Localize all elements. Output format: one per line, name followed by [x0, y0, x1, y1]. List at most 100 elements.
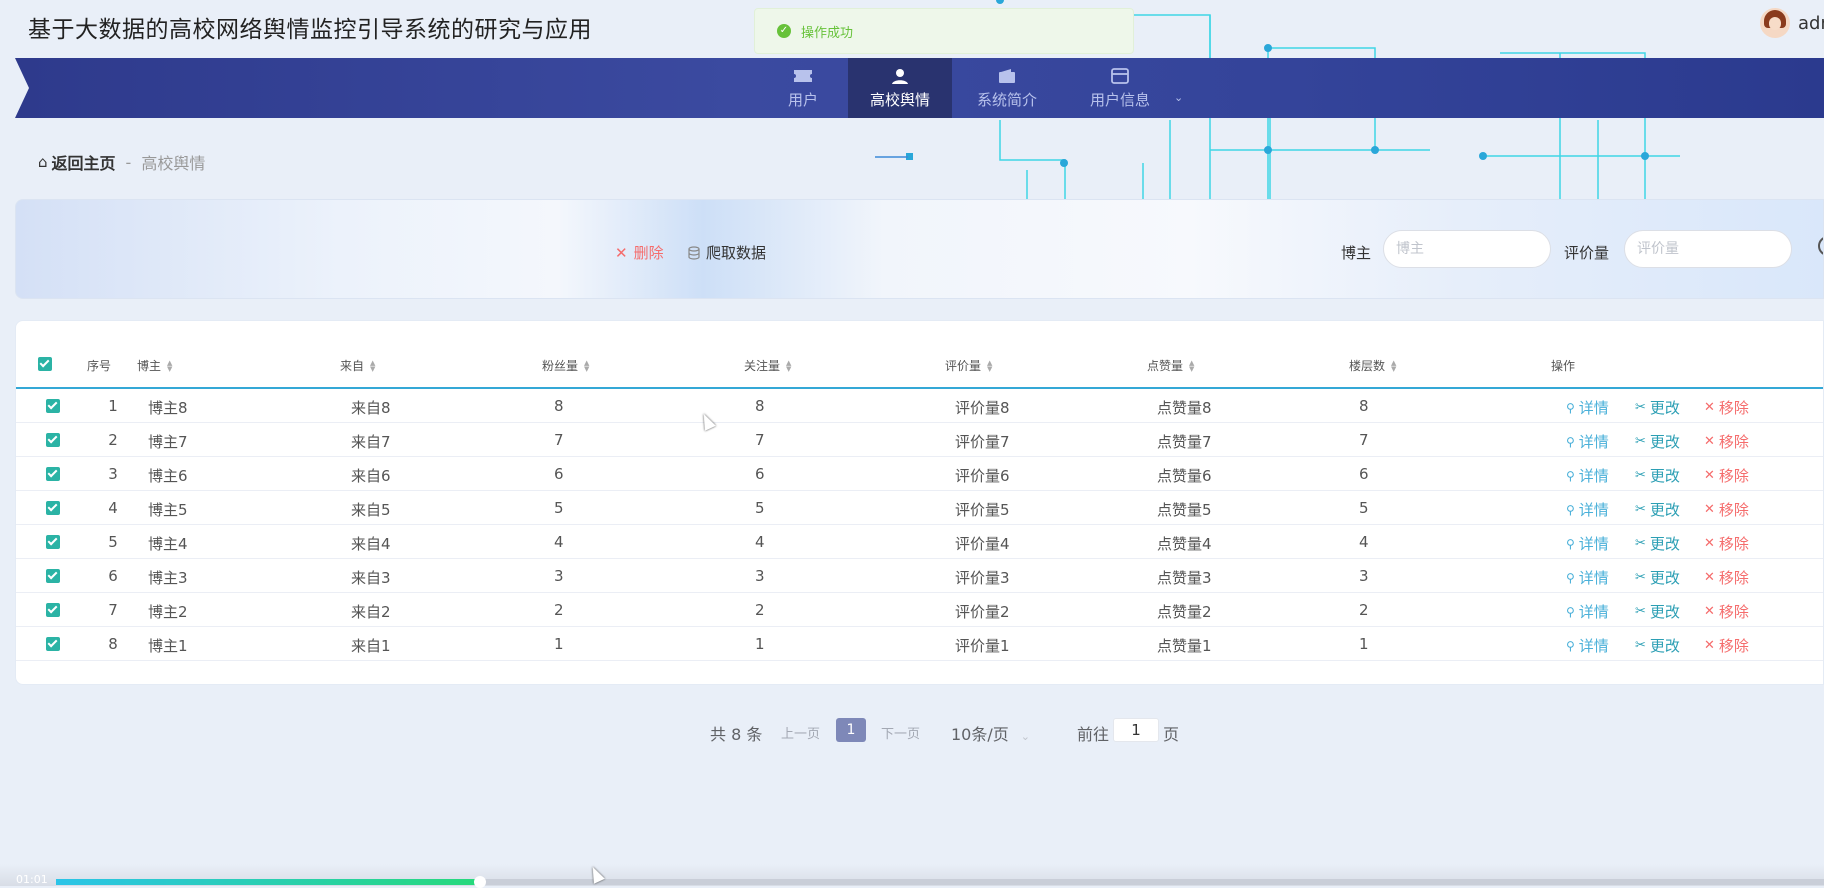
edit-button[interactable]: ✂ 更改	[1635, 635, 1680, 656]
row-checkbox[interactable]	[46, 433, 60, 447]
sort-icon[interactable]: ▲ ▼	[584, 359, 589, 372]
video-scrub-handle[interactable]	[474, 876, 487, 888]
table-row: 8 博主1 来自1 1 1 评价量1 点赞量1 1 ⚲ 详情 ✂ 更改 ✕ 移除	[16, 627, 1823, 661]
page-size-select[interactable]: 10条/页 ⌄	[951, 721, 1030, 745]
edit-button[interactable]: ✂ 更改	[1635, 499, 1680, 520]
detail-button[interactable]: ⚲ 详情	[1566, 533, 1609, 554]
video-progress-bar[interactable]: 01:01	[0, 864, 1824, 888]
column-header-follows[interactable]: 关注量 ▲ ▼	[744, 357, 791, 374]
cell-floors: 6	[1359, 465, 1369, 483]
blogger-search-input[interactable]	[1383, 230, 1551, 268]
edit-button[interactable]: ✂ 更改	[1635, 465, 1680, 486]
edit-button[interactable]: ✂ 更改	[1635, 431, 1680, 452]
sort-icon[interactable]: ▲ ▼	[786, 359, 791, 372]
column-header-label: 来自	[340, 359, 365, 373]
detail-button[interactable]: ⚲ 详情	[1566, 635, 1609, 656]
cell-source: 来自7	[351, 433, 391, 451]
row-checkbox[interactable]	[46, 399, 60, 413]
search-icon[interactable]	[1818, 236, 1823, 256]
remove-button[interactable]: ✕ 移除	[1704, 397, 1749, 418]
column-header-source[interactable]: 来自 ▲ ▼	[340, 357, 375, 374]
column-header-fans[interactable]: 粉丝量 ▲ ▼	[542, 357, 589, 374]
edit-button[interactable]: ✂ 更改	[1635, 601, 1680, 622]
cell-blogger: 博主5	[148, 501, 188, 519]
close-icon: ✕	[1704, 638, 1715, 653]
edit-button[interactable]: ✂ 更改	[1635, 533, 1680, 554]
detail-label: 详情	[1578, 637, 1609, 655]
nav-item-label: 用户信息	[1089, 90, 1150, 109]
sort-icon[interactable]: ▲ ▼	[1391, 359, 1396, 372]
detail-button[interactable]: ⚲ 详情	[1566, 601, 1609, 622]
cell-source: 来自5	[351, 501, 391, 519]
column-header-floors[interactable]: 楼层数 ▲ ▼	[1349, 357, 1396, 374]
cell-index: 3	[108, 465, 118, 483]
remove-button[interactable]: ✕ 移除	[1704, 601, 1749, 622]
sort-icon[interactable]: ▲ ▼	[167, 359, 172, 372]
cell-evals: 评价量4	[955, 535, 1010, 553]
search-icon: ⚲	[1566, 604, 1575, 619]
table-row: 1 博主8 来自8 8 8 评价量8 点赞量8 8 ⚲ 详情 ✂ 更改 ✕ 移除	[16, 389, 1823, 423]
column-header-blogger[interactable]: 博主 ▲ ▼	[137, 357, 172, 374]
remove-button[interactable]: ✕ 移除	[1704, 431, 1749, 452]
home-icon[interactable]: ⌂	[38, 153, 48, 171]
nav-item-intro[interactable]: 系统简介	[952, 58, 1062, 118]
goto-suffix: 页	[1163, 725, 1180, 744]
detail-button[interactable]: ⚲ 详情	[1566, 431, 1609, 452]
row-checkbox[interactable]	[46, 569, 60, 583]
row-checkbox[interactable]	[46, 501, 60, 515]
user-menu[interactable]: adm	[1760, 8, 1824, 38]
detail-button[interactable]: ⚲ 详情	[1566, 465, 1609, 486]
column-header-label: 评价量	[945, 359, 982, 373]
sort-icon[interactable]: ▲ ▼	[987, 359, 992, 372]
cell-floors: 1	[1359, 635, 1369, 653]
column-header-label: 粉丝量	[542, 359, 579, 373]
remove-button[interactable]: ✕ 移除	[1704, 499, 1749, 520]
nav-item-label: 系统简介	[976, 90, 1037, 109]
row-checkbox[interactable]	[46, 603, 60, 617]
column-header-index: 序号	[87, 359, 112, 373]
video-track[interactable]	[56, 876, 1824, 888]
remove-button[interactable]: ✕ 移除	[1704, 635, 1749, 656]
edit-button[interactable]: ✂ 更改	[1635, 567, 1680, 588]
detail-button[interactable]: ⚲ 详情	[1566, 397, 1609, 418]
sort-icon[interactable]: ▲ ▼	[370, 359, 375, 372]
nav-item-opinion[interactable]: 高校舆情	[848, 58, 952, 118]
remove-button[interactable]: ✕ 移除	[1704, 567, 1749, 588]
column-header-likes[interactable]: 点赞量 ▲ ▼	[1147, 357, 1194, 374]
check-circle-icon: ✓	[777, 24, 791, 38]
breadcrumb-home[interactable]: 返回主页	[52, 150, 116, 174]
cell-likes: 点赞量4	[1157, 535, 1212, 553]
goto-page-input[interactable]	[1113, 718, 1159, 742]
prev-page-button[interactable]: 上一页	[781, 723, 820, 742]
cell-floors: 2	[1359, 601, 1369, 619]
select-all-checkbox[interactable]	[38, 357, 52, 371]
wrench-icon: ✂	[1635, 570, 1646, 585]
row-checkbox[interactable]	[46, 467, 60, 481]
sort-icon[interactable]: ▲ ▼	[1189, 359, 1194, 372]
chevron-down-icon[interactable]: ⌄	[1174, 73, 1183, 104]
remove-label: 移除	[1718, 399, 1749, 417]
row-checkbox[interactable]	[46, 535, 60, 549]
remove-button[interactable]: ✕ 移除	[1704, 533, 1749, 554]
page-button-current[interactable]: 1	[836, 718, 866, 742]
column-header-evals[interactable]: 评价量 ▲ ▼	[945, 357, 992, 374]
nav-menu: 用户 高校舆情 系统简介 用户信息 ⌄	[758, 58, 1183, 118]
user-name[interactable]: adm	[1798, 13, 1824, 34]
detail-label: 详情	[1578, 535, 1609, 553]
nav-item-profile[interactable]: 用户信息	[1062, 58, 1178, 118]
nav-item-users[interactable]: 用户	[758, 58, 848, 118]
crawl-data-button[interactable]: 爬取数据	[688, 242, 766, 263]
edit-button[interactable]: ✂ 更改	[1635, 397, 1680, 418]
next-page-button[interactable]: 下一页	[881, 723, 920, 742]
detail-button[interactable]: ⚲ 详情	[1566, 499, 1609, 520]
edit-label: 更改	[1649, 535, 1680, 553]
avatar[interactable]	[1760, 8, 1790, 38]
eval-search-input[interactable]	[1624, 230, 1792, 268]
delete-button[interactable]: ✕ 删除	[615, 242, 664, 263]
detail-button[interactable]: ⚲ 详情	[1566, 567, 1609, 588]
row-checkbox[interactable]	[46, 637, 60, 651]
table-row: 7 博主2 来自2 2 2 评价量2 点赞量2 2 ⚲ 详情 ✂ 更改 ✕ 移除	[16, 593, 1823, 627]
table-row: 3 博主6 来自6 6 6 评价量6 点赞量6 6 ⚲ 详情 ✂ 更改 ✕ 移除	[16, 457, 1823, 491]
cell-fans: 2	[554, 601, 564, 619]
remove-button[interactable]: ✕ 移除	[1704, 465, 1749, 486]
